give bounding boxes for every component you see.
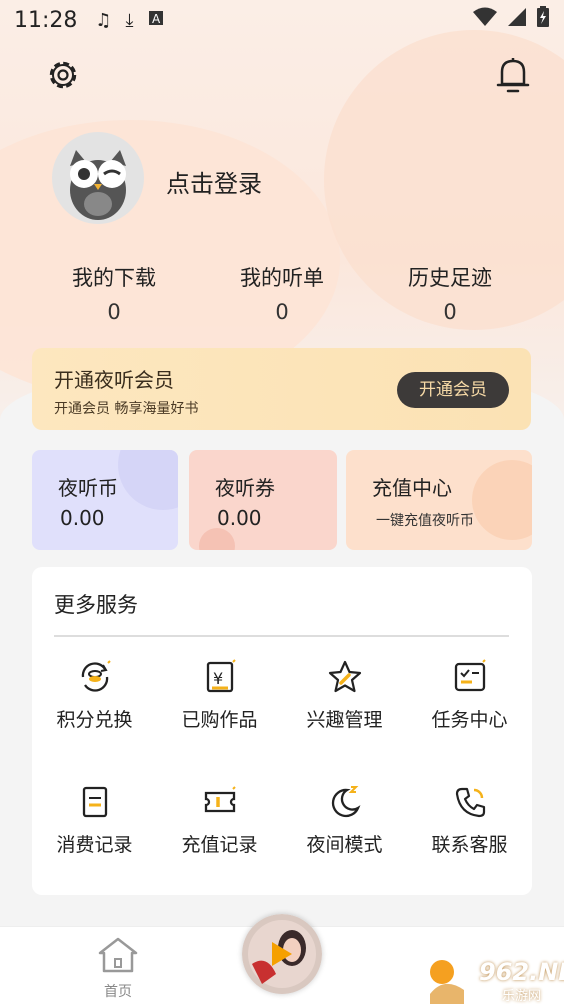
watermark-sub: 乐游网	[502, 989, 542, 1004]
moon-icon	[327, 784, 363, 820]
stat-label: 我的听单	[240, 266, 324, 290]
status-time: 11:28	[14, 7, 78, 33]
star-icon	[327, 659, 363, 695]
wallet-cards: 夜听币 0.00 夜听券 0.00 充值中心 一键充值夜听币	[32, 450, 532, 550]
vip-subtitle: 开通会员 畅享海量好书	[54, 401, 199, 417]
open-vip-button[interactable]: 开通会员	[397, 372, 509, 408]
stat-value: 0	[443, 300, 457, 324]
service-purchased[interactable]: ¥ 已购作品	[157, 659, 282, 732]
service-label: 任务中心	[431, 709, 508, 731]
stat-label: 我的下载	[72, 266, 156, 290]
home-icon	[98, 937, 138, 973]
recharge-record-icon	[202, 784, 238, 820]
service-night-mode[interactable]: 夜间模式	[282, 784, 407, 857]
settings-gear-icon[interactable]	[44, 56, 82, 94]
service-label: 兴趣管理	[306, 709, 383, 731]
more-services-panel: 更多服务 积分兑换 ¥ 已购作品 兴趣管理 任务中心 消费记录 充值记录 夜间模…	[32, 567, 532, 895]
phone-icon	[452, 784, 488, 820]
avatar[interactable]	[52, 132, 144, 224]
music-icon: ♫	[95, 9, 112, 31]
recharge-card[interactable]: 充值中心 一键充值夜听币	[346, 450, 532, 550]
service-label: 夜间模式	[306, 834, 383, 856]
stat-playlists[interactable]: 我的听单 0	[198, 262, 366, 324]
service-label: 消费记录	[56, 834, 133, 856]
service-label: 充值记录	[181, 834, 258, 856]
stat-value: 0	[107, 300, 121, 324]
service-recharge-record[interactable]: 充值记录	[157, 784, 282, 857]
recharge-label: 充值中心	[372, 476, 452, 500]
signal-icon	[506, 7, 528, 33]
watermark-text: 962.NET	[479, 958, 564, 986]
consume-record-icon	[77, 784, 113, 820]
ticket-value: 0.00	[217, 506, 262, 530]
status-bar: 11:28 ♫ ⤓ A	[0, 0, 564, 40]
service-label: 联系客服	[431, 834, 508, 856]
coin-card[interactable]: 夜听币 0.00	[32, 450, 178, 550]
watermark: 962.NET 乐游网	[424, 950, 564, 1004]
battery-icon	[536, 6, 550, 34]
download-icon: ⤓	[125, 9, 134, 31]
divider	[54, 635, 509, 637]
notification-bell-icon[interactable]	[496, 56, 530, 94]
stat-downloads[interactable]: 我的下载 0	[30, 262, 198, 324]
service-contact[interactable]: 联系客服	[407, 784, 532, 857]
service-label: 已购作品	[181, 709, 258, 731]
wifi-icon	[472, 7, 498, 33]
coin-value: 0.00	[60, 506, 105, 530]
more-services-title: 更多服务	[54, 593, 138, 617]
recharge-sub: 一键充值夜听币	[376, 513, 474, 529]
a-icon: A	[148, 10, 164, 31]
stat-value: 0	[275, 300, 289, 324]
service-points-exchange[interactable]: 积分兑换	[32, 659, 157, 732]
coin-label: 夜听币	[58, 476, 118, 500]
tab-home-label: 首页	[104, 984, 132, 1000]
ticket-label: 夜听券	[215, 476, 275, 500]
service-label: 积分兑换	[56, 709, 133, 731]
login-prompt[interactable]: 点击登录	[166, 164, 262, 199]
purchased-icon: ¥	[202, 659, 238, 695]
vip-title: 开通夜听会员	[54, 368, 174, 392]
service-task-center[interactable]: 任务中心	[407, 659, 532, 732]
service-consume-record[interactable]: 消费记录	[32, 784, 157, 857]
stat-history[interactable]: 历史足迹 0	[366, 262, 534, 324]
stat-label: 历史足迹	[408, 266, 492, 290]
ticket-card[interactable]: 夜听券 0.00	[189, 450, 337, 550]
stats-row: 我的下载 0 我的听单 0 历史足迹 0	[30, 262, 534, 324]
tab-home[interactable]: 首页	[96, 935, 140, 1001]
service-interest[interactable]: 兴趣管理	[282, 659, 407, 732]
owl-avatar-icon	[70, 150, 126, 220]
vip-banner[interactable]: 开通夜听会员 开通会员 畅享海量好书 开通会员	[32, 348, 531, 430]
task-icon	[452, 659, 488, 695]
points-exchange-icon	[77, 659, 113, 695]
now-playing-disc[interactable]	[242, 914, 322, 994]
svg-text:¥: ¥	[213, 669, 223, 688]
watermark-logo-icon	[430, 960, 464, 1004]
svg-text:A: A	[152, 12, 161, 26]
album-cover-icon	[242, 914, 322, 994]
